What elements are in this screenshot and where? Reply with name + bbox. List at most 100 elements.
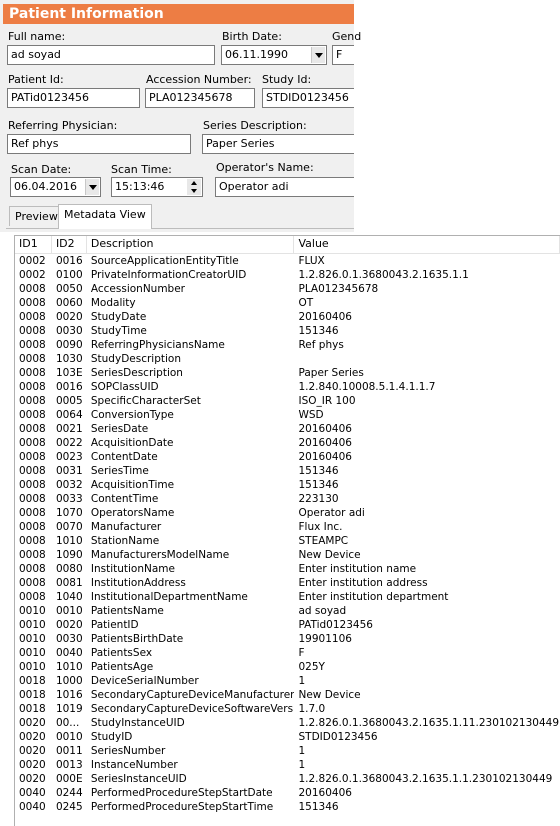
cell-description: SeriesDescription — [90, 367, 183, 379]
cell-id1: 0008 — [19, 479, 46, 491]
tab-metadata-view[interactable]: Metadata View — [58, 204, 152, 229]
spin-up-button[interactable] — [187, 179, 201, 187]
birth-date-picker[interactable]: 06.11.1990 — [221, 45, 327, 65]
table-row[interactable]: 0008 1010 StationName STEAMPC — [15, 534, 560, 548]
table-row[interactable]: 0008 0064 ConversionType WSD — [15, 408, 560, 422]
table-row[interactable]: 0008 1030 StudyDescription — [15, 352, 560, 366]
table-row[interactable]: 0020 0011 SeriesNumber 1 — [15, 744, 560, 758]
table-row[interactable]: 0008 0020 StudyDate 20160406 — [15, 310, 560, 324]
table-row[interactable]: 0008 1070 OperatorsName Operator adi — [15, 506, 560, 520]
operators-name-input[interactable]: Operator adi — [215, 177, 354, 197]
full-name-label: Full name: — [8, 30, 66, 43]
cell-description: PrivateInformationCreatorUID — [90, 269, 247, 281]
table-row[interactable]: 0008 0031 SeriesTime 151346 — [15, 464, 560, 478]
table-row[interactable]: 0008 0032 AcquisitionTime 151346 — [15, 478, 560, 492]
column-header-description[interactable]: Description — [87, 236, 295, 253]
cell-id2: 0016 — [55, 381, 83, 393]
table-row[interactable]: 0018 1000 DeviceSerialNumber 1 — [15, 674, 560, 688]
patient-id-input[interactable]: PATid0123456 — [7, 88, 140, 108]
full-name-input[interactable]: ad soyad — [7, 45, 215, 65]
scan-date-picker[interactable]: 06.04.2016 — [10, 177, 101, 197]
table-row[interactable]: 0020 0013 InstanceNumber 1 — [15, 758, 560, 772]
table-row[interactable]: 0040 0244 PerformedProcedureStepStartDate 2… — [15, 786, 560, 800]
table-row[interactable]: 0008 0081 InstitutionAddress Enter institut… — [15, 576, 560, 590]
cell-id2: 00... — [55, 717, 80, 729]
chevron-down-icon — [88, 184, 97, 190]
cell-id1: 0008 — [19, 521, 46, 533]
table-row[interactable]: 0010 0010 PatientsName ad soyad — [15, 604, 560, 618]
cell-id2: 0031 — [55, 465, 83, 477]
grid-header: ID1 ID2 Description Value — [15, 236, 560, 254]
table-row[interactable]: 0018 1019 SecondaryCaptureDeviceSoftwareVe… — [15, 702, 560, 716]
metadata-grid[interactable]: ID1 ID2 Description Value 0002 0016 Source… — [14, 235, 560, 826]
table-row[interactable]: 0008 0021 SeriesDate 20160406 — [15, 422, 560, 436]
table-row[interactable]: 0002 0100 PrivateInformationCreatorUID 1.2.… — [15, 268, 560, 282]
cell-id1: 0020 — [19, 731, 46, 743]
table-row[interactable]: 0020 000E SeriesInstanceUID 1.2.826.0.1.368… — [15, 772, 560, 786]
table-row[interactable]: 0020 0010 StudyID STDID0123456 — [15, 730, 560, 744]
cell-value: 1.2.826.0.1.3680043.2.1635.1.1.230102130… — [298, 773, 553, 785]
table-row[interactable]: 0008 0050 AccessionNumber PLA012345678 — [15, 282, 560, 296]
table-row[interactable]: 0008 0070 Manufacturer Flux Inc. — [15, 520, 560, 534]
table-row[interactable]: 0008 0030 StudyTime 151346 — [15, 324, 560, 338]
cell-description: ContentDate — [90, 451, 158, 463]
cell-id1: 0020 — [19, 773, 46, 785]
table-row[interactable]: 0008 0080 InstitutionName Enter institution… — [15, 562, 560, 576]
cell-value: WSD — [298, 409, 324, 421]
cell-description: StudyDate — [90, 311, 147, 323]
series-description-label: Series Description: — [203, 119, 307, 132]
table-row[interactable]: 0008 1090 ManufacturersModelName New Device — [15, 548, 560, 562]
table-row[interactable]: 0008 0005 SpecificCharacterSet ISO_IR 100 — [15, 394, 560, 408]
scan-time-spinner[interactable] — [187, 179, 201, 195]
gender-label: Gend — [332, 30, 362, 43]
accession-number-input[interactable]: PLA012345678 — [145, 88, 255, 108]
table-row[interactable]: 0010 1010 PatientsAge 025Y — [15, 660, 560, 674]
column-header-id1[interactable]: ID1 — [15, 236, 52, 253]
cell-id1: 0010 — [19, 647, 46, 659]
table-row[interactable]: 0008 1040 InstitutionalDepartmentName Enter… — [15, 590, 560, 604]
table-row[interactable]: 0010 0020 PatientID PATid0123456 — [15, 618, 560, 632]
cell-description: StudyTime — [90, 325, 147, 337]
cell-value: 151346 — [298, 465, 339, 477]
table-row[interactable]: 0002 0016 SourceApplicationEntityTitle FLUX — [15, 254, 560, 268]
referring-physician-input[interactable]: Ref phys — [7, 134, 191, 154]
spin-down-button[interactable] — [187, 187, 201, 195]
cell-id1: 0008 — [19, 507, 46, 519]
table-row[interactable]: 0008 0090 ReferringPhysiciansName Ref phys — [15, 338, 560, 352]
table-row[interactable]: 0008 103E SeriesDescription Paper Series — [15, 366, 560, 380]
cell-value: 1.2.826.0.1.3680043.2.1635.1.1 — [298, 269, 469, 281]
scan-time-input[interactable]: 15:13:46 — [111, 177, 203, 197]
study-id-input[interactable]: STDID0123456 — [262, 88, 354, 108]
table-row[interactable]: 0008 0016 SOPClassUID 1.2.840.10008.5.1.4.1… — [15, 380, 560, 394]
cell-id1: 0008 — [19, 465, 46, 477]
scan-date-dropdown-button[interactable] — [85, 179, 99, 195]
cell-id2: 103E — [55, 367, 83, 379]
cell-description: ManufacturersModelName — [90, 549, 230, 561]
table-row[interactable]: 0008 0060 Modality OT — [15, 296, 560, 310]
cell-id2: 0050 — [55, 283, 83, 295]
cell-value: FLUX — [298, 255, 325, 267]
column-header-id2[interactable]: ID2 — [52, 236, 87, 253]
series-description-input[interactable]: Paper Series — [202, 134, 354, 154]
cell-description: InstitutionalDepartmentName — [90, 591, 248, 603]
table-row[interactable]: 0008 0033 ContentTime 223130 — [15, 492, 560, 506]
table-row[interactable]: 0018 1016 SecondaryCaptureDeviceManufactur… — [15, 688, 560, 702]
cell-id2: 0090 — [55, 339, 83, 351]
table-row[interactable]: 0040 0245 PerformedProcedureStepStartTime 1… — [15, 800, 560, 814]
tab-preview[interactable]: Preview — [9, 206, 64, 226]
gender-input[interactable]: F — [332, 45, 354, 65]
cell-id2: 0030 — [55, 633, 83, 645]
birth-date-label: Birth Date: — [222, 30, 282, 43]
table-row[interactable]: 0010 0030 PatientsBirthDate 19901106 — [15, 632, 560, 646]
cell-value: 1 — [298, 675, 306, 687]
table-row[interactable]: 0008 0023 ContentDate 20160406 — [15, 450, 560, 464]
column-header-value[interactable]: Value — [294, 236, 560, 253]
table-row[interactable]: 0010 0040 PatientsSex F — [15, 646, 560, 660]
table-row[interactable]: 0020 00... StudyInstanceUID 1.2.826.0.1.368… — [15, 716, 560, 730]
cell-id1: 0008 — [19, 591, 46, 603]
cell-id2: 0100 — [55, 269, 83, 281]
patient-form-panel: Patient Information Full name: ad soyad … — [0, 0, 361, 232]
birth-date-dropdown-button[interactable] — [311, 47, 325, 63]
table-row[interactable]: 0008 0022 AcquisitionDate 20160406 — [15, 436, 560, 450]
cell-value: Flux Inc. — [298, 521, 343, 533]
